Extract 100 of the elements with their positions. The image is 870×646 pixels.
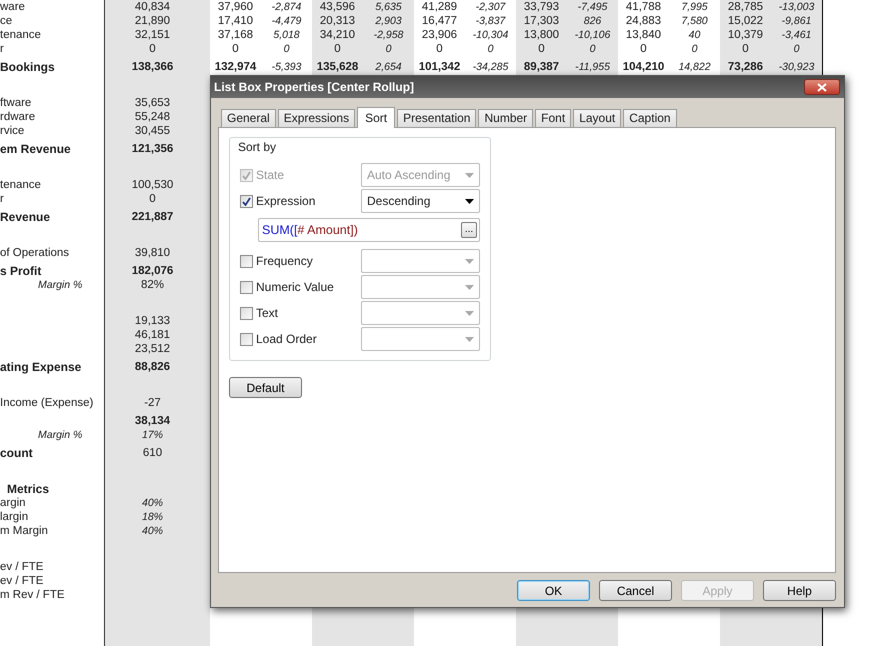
table-cell: 13,800 <box>524 29 560 41</box>
dialog-button[interactable]: Help <box>763 580 836 601</box>
dropdown-arrow-icon <box>465 336 474 342</box>
tab[interactable]: General <box>221 109 276 127</box>
table-cell: -9,861 <box>782 15 812 27</box>
table-cell: 826 <box>584 15 602 27</box>
table-cell: 135,628 <box>316 61 358 73</box>
table-cell: 0 <box>488 43 494 55</box>
table-cell: 0 <box>232 43 239 55</box>
tab[interactable]: Number <box>478 109 534 127</box>
table-cell: 40% <box>142 497 163 509</box>
checkbox[interactable] <box>240 194 253 208</box>
checkbox[interactable] <box>240 332 253 346</box>
tab[interactable]: Caption <box>623 109 677 127</box>
table-cell: 28,785 <box>728 1 764 13</box>
table-cell: 182,076 <box>132 265 174 277</box>
checkbox[interactable] <box>240 306 253 320</box>
row-label: r <box>0 192 4 206</box>
tab[interactable]: Layout <box>573 109 622 127</box>
table-cell: 17% <box>142 429 163 441</box>
browse-button[interactable]: ... <box>461 222 477 238</box>
table-cell: 610 <box>142 447 162 459</box>
row-label: m Rev / FTE <box>0 588 65 602</box>
row-label: Revenue <box>0 210 50 224</box>
table-cell: 46,181 <box>134 329 170 341</box>
row-label: s Profit <box>0 264 42 278</box>
table-cell: 101,342 <box>418 61 460 73</box>
dropdown-arrow-icon <box>465 198 474 204</box>
sort-order-dropdown[interactable]: Descending <box>361 189 480 213</box>
table-cell: -11,955 <box>575 61 610 73</box>
table-cell: 0 <box>742 43 749 55</box>
row-label: ftware <box>0 96 32 110</box>
tab[interactable]: Font <box>535 109 572 127</box>
table-cell: -3,837 <box>476 15 506 27</box>
expression-field[interactable]: SUM([# Amount]) ... <box>258 218 480 242</box>
checkbox-label: Load Order <box>256 331 317 348</box>
table-cell: -4,479 <box>272 15 302 27</box>
row-label: count <box>0 446 33 460</box>
table-cell: 0 <box>334 43 341 55</box>
table-cell: -30,923 <box>778 61 814 73</box>
table-cell: 221,887 <box>132 211 174 223</box>
row-label: of Operations <box>0 246 70 260</box>
row-label: rvice <box>0 124 24 138</box>
table-cell: -13,003 <box>778 1 814 13</box>
table-cell: 104,210 <box>622 61 664 73</box>
row-label: tenance <box>0 178 41 192</box>
table-cell: 5,635 <box>375 1 402 13</box>
close-button[interactable] <box>804 79 840 95</box>
table-cell: 20,313 <box>320 15 356 27</box>
dropdown-arrow-icon <box>465 258 474 264</box>
checkbox[interactable] <box>240 280 253 294</box>
table-cell: -10,106 <box>574 29 610 41</box>
table-cell: 0 <box>692 43 698 55</box>
table-cell: 33,793 <box>524 1 560 13</box>
row-label: ware <box>0 0 25 14</box>
table-cell: 0 <box>640 43 647 55</box>
dialog-button[interactable]: OK <box>517 580 590 601</box>
table-cell: 2,654 <box>375 61 402 73</box>
table-cell: -10,304 <box>472 29 508 41</box>
tab[interactable]: Sort <box>357 107 396 128</box>
table-cell: 43,596 <box>320 1 356 13</box>
table-cell: 32,151 <box>134 29 170 41</box>
table-cell: -34,285 <box>472 61 508 73</box>
row-label: Bookings <box>0 60 55 74</box>
table-cell: 0 <box>284 43 290 55</box>
table-cell: 41,788 <box>626 1 662 13</box>
table-cell: 7,995 <box>681 1 708 13</box>
table-cell: 10,379 <box>728 29 764 41</box>
checkbox-label: Text <box>256 305 278 322</box>
table-cell: 132,974 <box>214 61 256 73</box>
table-cell: 138,366 <box>132 61 174 73</box>
table-cell: 89,387 <box>524 61 560 73</box>
dialog-button[interactable]: Cancel <box>599 580 672 601</box>
table-cell: 18% <box>142 511 163 523</box>
table-cell: -2,958 <box>374 29 404 41</box>
row-label: rdware <box>0 110 36 124</box>
table-cell: 23,906 <box>422 29 458 41</box>
row-label: Metrics <box>6 482 50 496</box>
table-cell: -2,874 <box>272 1 302 13</box>
table-cell: 19,133 <box>134 315 170 327</box>
row-label: em Revenue <box>0 142 71 156</box>
table-cell: -5,393 <box>272 61 302 73</box>
row-label: tenance <box>0 28 41 42</box>
table-cell: 30,455 <box>134 125 170 137</box>
table-cell: 0 <box>794 43 800 55</box>
table-cell: -27 <box>144 397 161 409</box>
checkbox-label: Expression <box>256 193 316 210</box>
row-label: Margin % <box>37 428 82 442</box>
table-cell: 40,834 <box>134 1 170 13</box>
table-cell: 88,826 <box>134 361 170 373</box>
tab[interactable]: Presentation <box>397 109 476 127</box>
table-cell: 17,303 <box>524 15 560 27</box>
row-label: ev / FTE <box>0 574 44 588</box>
tab[interactable]: Expressions <box>278 109 356 127</box>
table-cell: 7,580 <box>681 15 708 27</box>
row-label: m Margin <box>0 524 48 538</box>
table-cell: 16,477 <box>422 15 458 27</box>
table-cell: 100,530 <box>132 179 174 191</box>
checkbox[interactable] <box>240 254 253 268</box>
default-button[interactable]: Default <box>229 377 302 398</box>
